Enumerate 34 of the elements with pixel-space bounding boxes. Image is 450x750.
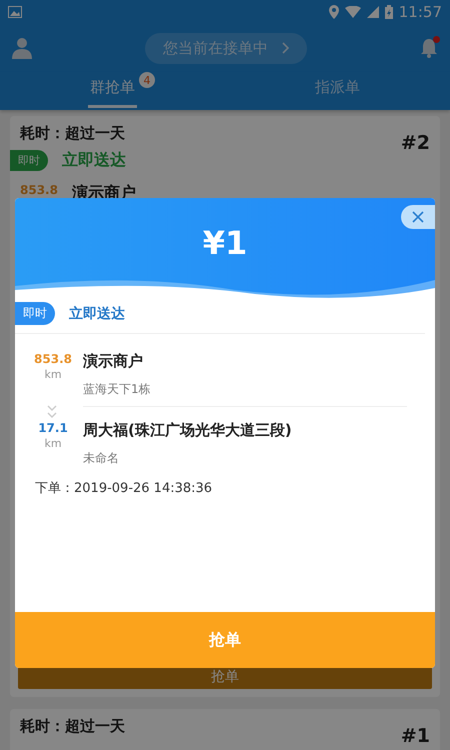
order-type-tag: 即时 <box>15 302 55 325</box>
distance-value: 17.1 <box>38 421 68 435</box>
place-name: 周大福(珠江广场光华大道三段) <box>83 421 293 440</box>
order-type-tag: 即时 <box>10 150 48 171</box>
grab-order-button[interactable]: 抢单 <box>15 612 435 668</box>
delivery-type: 立即送达 <box>69 304 125 322</box>
close-button[interactable] <box>401 205 435 229</box>
battery-icon <box>384 5 393 19</box>
tab[interactable]: 指派单 <box>313 78 362 108</box>
elapsed-time: 耗时：超过一天 <box>20 717 125 735</box>
location-icon <box>328 5 339 19</box>
image-icon <box>8 6 22 18</box>
notification-bell-icon[interactable] <box>420 38 438 58</box>
price: ¥1 <box>202 224 248 264</box>
distance-unit: km <box>44 437 62 450</box>
place-name: 演示商户 <box>83 352 144 371</box>
order-number: #1 <box>400 725 430 747</box>
order-number: #2 <box>400 132 430 154</box>
wifi-icon <box>344 6 361 18</box>
distance-value: 853.8 <box>20 183 58 199</box>
clock-time: 11:57 <box>398 3 442 21</box>
close-icon <box>412 211 424 223</box>
user-avatar-icon[interactable] <box>12 37 32 59</box>
signal-icon <box>366 6 379 18</box>
place-address: 蓝海天下1栋 <box>83 381 152 398</box>
delivery-type: 立即送达 <box>62 150 126 171</box>
place-address: 未命名 <box>83 450 120 467</box>
distance-value: 853.8 <box>34 352 72 366</box>
chevron-right-icon <box>282 42 289 54</box>
distance-unit: km <box>44 368 62 381</box>
count-badge: 4 <box>139 72 155 88</box>
chevron-down-icon <box>47 405 57 419</box>
order-time: 下单：2019-09-26 14:38:36 <box>34 480 214 497</box>
elapsed-time: 耗时：超过一天 <box>20 124 125 142</box>
